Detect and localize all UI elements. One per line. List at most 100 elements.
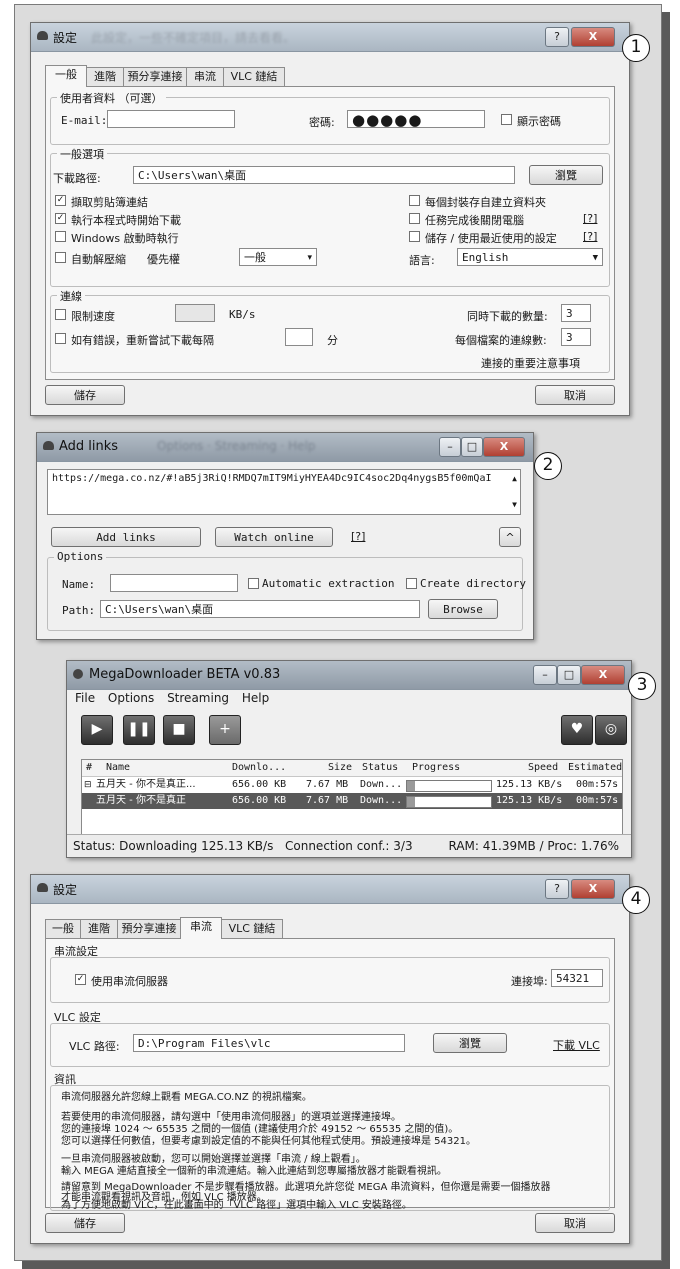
maximize-button[interactable]: □ [461,437,483,457]
links-textarea[interactable]: https://mega.co.nz/#!aB5j3RiQ!RMDQ7mIT9M… [47,469,521,515]
download-vlc-link[interactable]: 下載 VLC [553,1037,600,1053]
table-row[interactable]: 五月天 - 你不是真正 656.00 KB 7.67 MB Down... 12… [82,793,622,809]
cancel-button[interactable]: 取消 [535,385,615,405]
menu-streaming[interactable]: Streaming [167,691,229,705]
watch-online-button[interactable]: Watch online [215,527,333,547]
limit-speed-checkbox[interactable] [55,309,66,320]
minimize-button[interactable]: – [533,665,557,685]
col-number[interactable]: # [86,760,92,776]
col-downloaded[interactable]: Downlo... [232,760,286,776]
auto-extract-checkbox[interactable] [55,252,66,263]
tab-advanced[interactable]: 進階 [80,919,118,938]
expand-icon[interactable]: ⊟ [84,777,92,793]
col-speed[interactable]: Speed [528,760,558,776]
col-name[interactable]: Name [106,760,130,776]
help-button[interactable]: ? [545,879,569,899]
use-stream-server-label: 使用串流伺服器 [91,975,168,988]
shutdown-help-link[interactable]: [?] [583,212,597,225]
scroll-up-icon[interactable]: ▲ [512,472,517,486]
auto-extraction-checkbox[interactable] [248,578,259,589]
window-title-blurred: Options · Streaming · Help [157,439,316,453]
col-estimated[interactable]: Estimated [568,760,622,776]
collapse-button[interactable]: ^ [499,527,521,547]
language-select[interactable]: English ▼ [457,248,603,266]
tab-streaming[interactable]: 串流 [186,67,224,86]
col-status[interactable]: Status [362,760,398,776]
tab-general[interactable]: 一般 [45,65,87,87]
cancel-button[interactable]: 取消 [535,1213,615,1233]
retry-minutes-field[interactable] [285,328,313,346]
vlc-path-field[interactable]: D:\Program Files\vlc [133,1034,405,1052]
stop-icon[interactable]: ■ [163,715,195,745]
save-recent-help-link[interactable]: [?] [583,230,597,243]
menu-file[interactable]: File [75,691,95,705]
heart-icon[interactable]: ♥ [561,715,593,745]
settings-icon[interactable]: ◎ [595,715,627,745]
watch-online-help-link[interactable]: [?] [351,530,365,543]
create-directory-checkbox[interactable] [406,578,417,589]
limit-speed-label: 限制速度 [71,310,115,323]
close-button[interactable]: X [571,879,615,899]
col-size[interactable]: Size [328,760,352,776]
autostart-checkbox[interactable]: ✓ [55,213,66,224]
tab-vlc[interactable]: VLC 鏈結 [221,919,283,938]
shutdown-checkbox[interactable] [409,213,420,224]
add-icon[interactable]: + [209,715,241,745]
browse-button[interactable]: 瀏覽 [433,1033,507,1053]
megadownloader-window: MegaDownloader BETA v0.83 – □ X File Opt… [66,660,632,858]
menu-options[interactable]: Options [108,691,154,705]
menu-help[interactable]: Help [242,691,269,705]
progress-bar [406,780,492,792]
title-bar[interactable]: MegaDownloader BETA v0.83 – □ X [67,661,631,690]
clipboard-checkbox[interactable]: ✓ [55,195,66,206]
path-field[interactable]: C:\Users\wan\桌面 [100,600,420,618]
save-button[interactable]: 儲存 [45,385,125,405]
retry-checkbox[interactable] [55,333,66,344]
download-path-field[interactable]: C:\Users\wan\桌面 [133,166,515,184]
speed-unit-label: KB/s [229,308,256,321]
port-label: 連接埠: [511,975,548,988]
email-field[interactable] [107,110,235,128]
scroll-down-icon[interactable]: ▼ [512,498,517,512]
help-button[interactable]: ? [545,27,569,47]
title-bar[interactable]: 設定 ? X [31,875,629,904]
callout-number-4: 4 [622,886,650,914]
concurrent-field[interactable]: 3 [561,304,591,322]
save-recent-checkbox[interactable] [409,231,420,242]
maximize-button[interactable]: □ [557,665,581,685]
add-links-button[interactable]: Add links [51,527,201,547]
pause-icon[interactable]: ❚❚ [123,715,155,745]
tab-advanced[interactable]: 進階 [86,67,124,86]
password-field[interactable]: ●●●●● [347,110,485,128]
save-button[interactable]: 儲存 [45,1213,125,1233]
table-row[interactable]: ⊟ 五月天 - 你不是真正... 656.00 KB 7.67 MB Down.… [82,777,622,793]
port-field[interactable]: 54321 [551,969,603,987]
windows-start-checkbox[interactable] [55,231,66,242]
speed-limit-field[interactable] [175,304,215,322]
title-bar[interactable]: 設定 此設定，一些不確定項目，請去看看。 ? X [31,23,629,52]
priority-select[interactable]: 一般 ▾ [239,248,317,266]
browse-button[interactable]: 瀏覽 [529,165,603,185]
browse-button[interactable]: Browse [428,599,498,619]
title-bar[interactable]: Add links Options · Streaming · Help – □… [37,433,533,462]
tab-preshare[interactable]: 預分享連接 [123,67,187,86]
minimize-button[interactable]: – [439,437,461,457]
language-label: 語言: [409,254,435,267]
tab-general[interactable]: 一般 [45,919,81,938]
chevron-down-icon: ▾ [307,253,312,263]
col-progress[interactable]: Progress [412,760,460,776]
close-button[interactable]: X [571,27,615,47]
tab-vlc[interactable]: VLC 鏈結 [223,67,285,86]
close-button[interactable]: X [581,665,625,685]
play-icon[interactable]: ▶ [81,715,113,745]
tab-preshare[interactable]: 預分享連接 [117,919,181,938]
close-button[interactable]: X [483,437,525,457]
per-file-field[interactable]: 3 [561,328,591,346]
use-stream-server-checkbox[interactable]: ✓ [75,974,86,985]
reconnect-link[interactable]: 連接的重要注意事項 [481,355,580,371]
show-password-checkbox[interactable] [501,114,512,125]
status-bar: Status: Downloading 125.13 KB/s Connecti… [67,834,631,857]
name-field[interactable] [110,574,238,592]
create-folder-checkbox[interactable] [409,195,420,206]
tab-streaming[interactable]: 串流 [180,917,222,939]
